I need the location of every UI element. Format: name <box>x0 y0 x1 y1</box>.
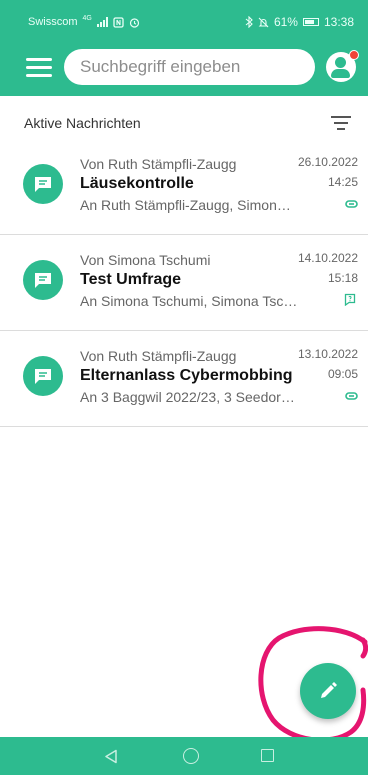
status-right: 61% 13:38 <box>245 15 354 29</box>
message-subject: Elternanlass Cybermobbing <box>80 367 293 384</box>
status-bar: Swisscom 4G 61% 13:38 <box>0 0 368 44</box>
message-recipients: An Ruth Stämpfli-Zaugg, Simona Tschumi <box>80 197 298 213</box>
system-nav-bar <box>0 737 368 775</box>
alarm-icon <box>129 17 139 28</box>
back-icon[interactable] <box>104 749 118 764</box>
user-profile-icon[interactable] <box>326 50 359 82</box>
search-input[interactable] <box>64 49 315 85</box>
message-item[interactable]: Von Ruth Stämpfli-Zaugg Elternanlass Cyb… <box>0 331 368 427</box>
status-left: Swisscom 4G <box>28 14 140 28</box>
message-list: Von Ruth Stämpfli-Zaugg Läusekontrolle A… <box>0 139 368 427</box>
message-item[interactable]: Von Ruth Stämpfli-Zaugg Läusekontrolle A… <box>0 139 368 235</box>
message-date: 26.10.2022 <box>297 155 358 169</box>
bluetooth-icon <box>245 16 253 28</box>
message-time: 15:18 <box>327 271 358 285</box>
filter-icon[interactable] <box>331 116 351 130</box>
app-header <box>0 44 368 96</box>
chat-bubble-icon <box>23 260 63 300</box>
attachment-icon <box>345 392 358 400</box>
carrier-name: Swisscom <box>28 16 78 28</box>
home-icon[interactable] <box>183 748 199 764</box>
clock: 13:38 <box>323 15 354 29</box>
hamburger-menu-icon[interactable] <box>26 58 52 80</box>
nfc-icon <box>113 16 124 28</box>
notification-dot <box>349 50 359 60</box>
battery-percent: 61% <box>273 15 298 29</box>
mute-icon <box>258 17 269 27</box>
attachment-icon <box>345 200 358 208</box>
message-subject: Läusekontrolle <box>80 175 194 192</box>
network-type: 4G <box>82 14 92 22</box>
message-sender: Von Ruth Stämpfli-Zaugg <box>80 156 237 172</box>
signal-icon <box>96 17 108 27</box>
message-sender: Von Ruth Stämpfli-Zaugg <box>80 348 237 364</box>
recent-apps-icon[interactable] <box>261 749 274 762</box>
message-recipients: An Simona Tschumi, Simona Tschumi <box>80 293 298 309</box>
message-date: 13.10.2022 <box>297 347 358 361</box>
chat-bubble-icon <box>23 356 63 396</box>
message-date: 14.10.2022 <box>297 251 358 265</box>
compose-button[interactable] <box>300 663 356 719</box>
section-title: Aktive Nachrichten <box>24 115 141 131</box>
message-subject: Test Umfrage <box>80 271 182 288</box>
message-time: 09:05 <box>327 367 358 381</box>
message-sender: Von Simona Tschumi <box>80 252 211 268</box>
message-time: 14:25 <box>327 175 358 189</box>
poll-icon <box>344 293 356 306</box>
message-item[interactable]: Von Simona Tschumi Test Umfrage An Simon… <box>0 235 368 331</box>
pencil-icon <box>321 682 337 698</box>
chat-bubble-icon <box>23 164 63 204</box>
message-recipients: An 3 Baggwil 2022/23, 3 Seedorf 2022/23 <box>80 389 298 405</box>
battery-icon <box>302 18 319 26</box>
